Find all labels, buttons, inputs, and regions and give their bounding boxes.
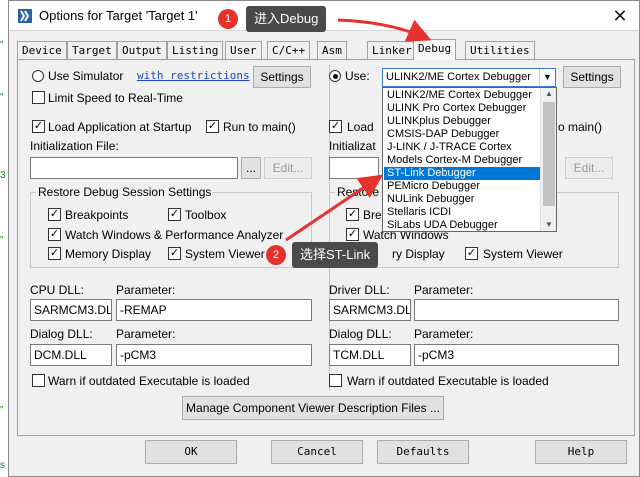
step1-badge: 1 [218, 9, 238, 29]
annotation-arrows [285, 18, 432, 242]
arrow-to-debug-tab [337, 18, 432, 42]
arrow-to-stlink [285, 174, 383, 242]
step1-callout: 进入Debug [246, 6, 327, 32]
step2-callout: 选择ST-Link [292, 242, 379, 268]
step2-badge: 2 [266, 245, 286, 265]
